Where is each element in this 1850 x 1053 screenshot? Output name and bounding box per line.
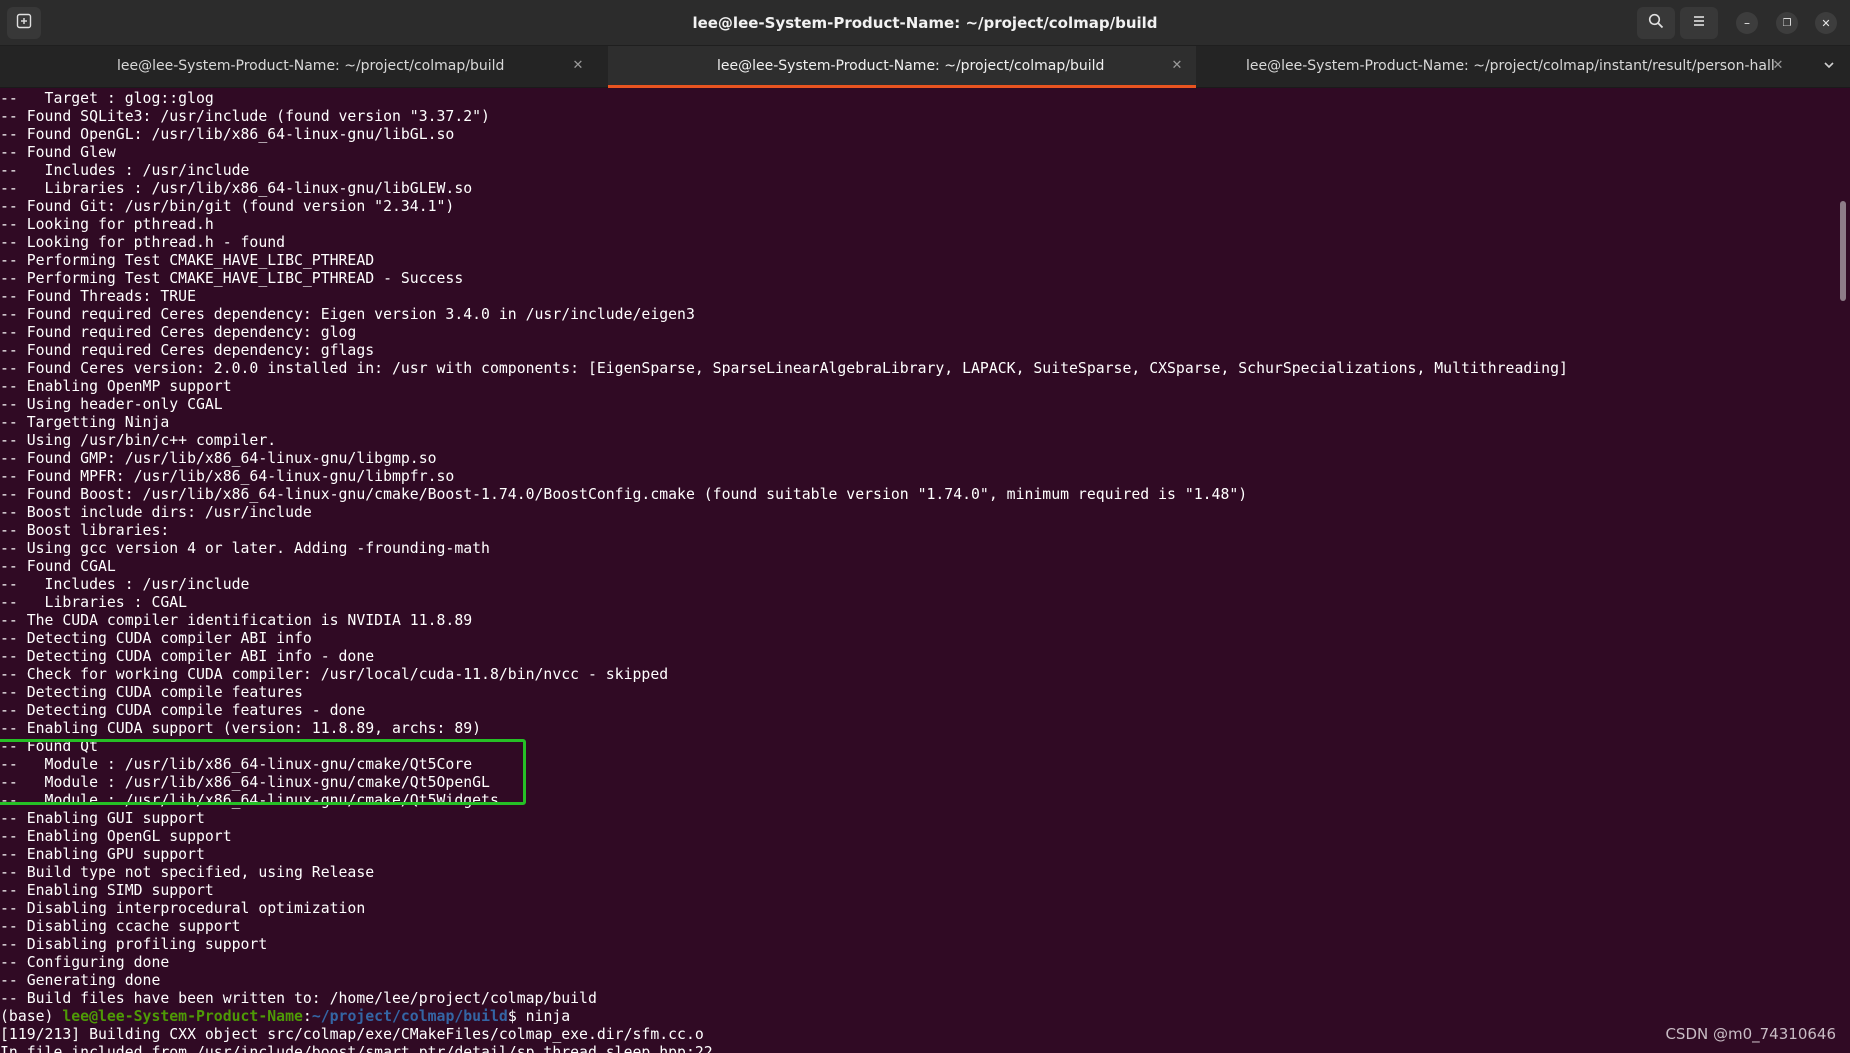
terminal-line: -- Configuring done bbox=[0, 954, 170, 971]
terminal-line: -- Check for working CUDA compiler: /usr… bbox=[0, 666, 669, 683]
terminal-line: In file included from /usr/include/boost… bbox=[0, 1044, 713, 1053]
terminal-line: -- Module : /usr/lib/x86_64-linux-gnu/cm… bbox=[0, 774, 490, 791]
chevron-down-icon bbox=[1822, 57, 1836, 76]
maximize-icon: ❐ bbox=[1782, 17, 1792, 29]
terminal-line: -- Found SQLite3: /usr/include (found ve… bbox=[0, 108, 490, 125]
close-button[interactable]: ✕ bbox=[1815, 12, 1837, 34]
prompt-separator: : bbox=[302, 1008, 312, 1025]
prompt-user-host: lee@lee-System-Product-Name bbox=[62, 1008, 303, 1025]
maximize-button[interactable]: ❐ bbox=[1776, 12, 1798, 34]
terminal-line: -- Includes : /usr/include bbox=[0, 162, 250, 179]
terminal-line: -- Disabling ccache support bbox=[0, 918, 241, 935]
terminal-line: -- Enabling GUI support bbox=[0, 810, 205, 827]
prompt-symbol: $ bbox=[507, 1008, 526, 1025]
tab-bar: lee@lee-System-Product-Name: ~/project/c… bbox=[0, 46, 1850, 88]
terminal-line: -- Includes : /usr/include bbox=[0, 576, 250, 593]
terminal-output[interactable]: -- Target : glog::glog -- Found SQLite3: … bbox=[0, 88, 1836, 1053]
terminal-line: -- Libraries : CGAL bbox=[0, 594, 188, 611]
terminal-line: -- Generating done bbox=[0, 972, 161, 989]
tabs-overflow-button[interactable] bbox=[1814, 46, 1844, 86]
new-tab-button[interactable] bbox=[7, 7, 41, 39]
terminal-line: -- Found CGAL bbox=[0, 558, 116, 575]
terminal-line: -- Using header-only CGAL bbox=[0, 396, 223, 413]
terminal-line: -- Disabling profiling support bbox=[0, 936, 268, 953]
terminal-line: -- Found required Ceres dependency: gfla… bbox=[0, 342, 375, 359]
title-bar: lee@lee-System-Product-Name: ~/project/c… bbox=[0, 0, 1850, 46]
tab-3[interactable]: lee@lee-System-Product-Name: ~/project/c… bbox=[1196, 46, 1796, 88]
terminal-line: -- Found Ceres version: 2.0.0 installed … bbox=[0, 360, 1568, 377]
menu-button[interactable] bbox=[1680, 7, 1718, 39]
terminal-line: -- Targetting Ninja bbox=[0, 414, 170, 431]
terminal-line: -- Found Boost: /usr/lib/x86_64-linux-gn… bbox=[0, 486, 1248, 503]
tab-close-icon[interactable]: ✕ bbox=[1770, 46, 1786, 86]
tab-close-icon[interactable]: ✕ bbox=[1169, 46, 1185, 86]
terminal-line: -- Build type not specified, using Relea… bbox=[0, 864, 375, 881]
terminal-line: -- Boost libraries: bbox=[0, 522, 170, 539]
terminal-line: -- Enabling SIMD support bbox=[0, 882, 214, 899]
search-button[interactable] bbox=[1637, 7, 1675, 39]
terminal-line: -- Module : /usr/lib/x86_64-linux-gnu/cm… bbox=[0, 792, 499, 809]
terminal-line: -- Detecting CUDA compiler ABI info bbox=[0, 630, 312, 647]
terminal-line: -- Boost include dirs: /usr/include bbox=[0, 504, 312, 521]
terminal-line: -- Found Git: /usr/bin/git (found versio… bbox=[0, 198, 455, 215]
minimize-button[interactable]: – bbox=[1736, 12, 1758, 34]
terminal-line: -- Using gcc version 4 or later. Adding … bbox=[0, 540, 490, 557]
terminal-line: -- Enabling GPU support bbox=[0, 846, 205, 863]
terminal-line: -- Build files have been written to: /ho… bbox=[0, 990, 597, 1007]
tab-label: lee@lee-System-Product-Name: ~/project/c… bbox=[117, 58, 505, 74]
tab-2[interactable]: lee@lee-System-Product-Name: ~/project/c… bbox=[608, 46, 1196, 88]
prompt-env: (base) bbox=[0, 1008, 63, 1025]
window-title: lee@lee-System-Product-Name: ~/project/c… bbox=[692, 14, 1158, 32]
close-icon: ✕ bbox=[1821, 16, 1831, 30]
terminal-line: -- Detecting CUDA compiler ABI info - do… bbox=[0, 648, 375, 665]
terminal-line: -- Found Glew bbox=[0, 144, 116, 161]
terminal-line: -- Looking for pthread.h - found bbox=[0, 234, 286, 251]
prompt-command: ninja bbox=[525, 1008, 571, 1025]
terminal-line: -- Libraries : /usr/lib/x86_64-linux-gnu… bbox=[0, 180, 473, 197]
terminal-line: -- The CUDA compiler identification is N… bbox=[0, 612, 473, 629]
tab-label: lee@lee-System-Product-Name: ~/project/c… bbox=[717, 58, 1105, 74]
prompt-line: (base) lee@lee-System-Product-Name:~/pro… bbox=[0, 1008, 1568, 1026]
terminal-line: -- Performing Test CMAKE_HAVE_LIBC_PTHRE… bbox=[0, 270, 464, 287]
terminal-line: -- Disabling interprocedural optimizatio… bbox=[0, 900, 366, 917]
tab-label: lee@lee-System-Product-Name: ~/project/c… bbox=[1246, 58, 1775, 74]
minimize-icon: – bbox=[1744, 16, 1750, 30]
prompt-path: ~/project/colmap/build bbox=[311, 1008, 508, 1025]
terminal-line: -- Enabling OpenMP support bbox=[0, 378, 232, 395]
terminal-lines: -- Target : glog::glog -- Found SQLite3: … bbox=[0, 90, 1568, 1053]
scrollbar-thumb[interactable] bbox=[1840, 201, 1846, 301]
terminal-line: -- Found Threads: TRUE bbox=[0, 288, 196, 305]
terminal-line: -- Found required Ceres dependency: glog bbox=[0, 324, 357, 341]
terminal-line: -- Enabling OpenGL support bbox=[0, 828, 232, 845]
tab-close-icon[interactable]: ✕ bbox=[570, 46, 586, 86]
terminal-line: -- Found required Ceres dependency: Eige… bbox=[0, 306, 695, 323]
terminal-line: -- Detecting CUDA compile features bbox=[0, 684, 303, 701]
terminal-line: -- Using /usr/bin/c++ compiler. bbox=[0, 432, 277, 449]
terminal-line: -- Looking for pthread.h bbox=[0, 216, 214, 233]
terminal-line: -- Enabling CUDA support (version: 11.8.… bbox=[0, 720, 482, 737]
terminal-line: -- Performing Test CMAKE_HAVE_LIBC_PTHRE… bbox=[0, 252, 375, 269]
watermark: CSDN @m0_74310646 bbox=[1665, 1025, 1836, 1043]
terminal-scrollbar[interactable] bbox=[1836, 88, 1850, 1053]
tab-1[interactable]: lee@lee-System-Product-Name: ~/project/c… bbox=[0, 46, 608, 88]
new-tab-icon bbox=[16, 13, 32, 33]
terminal-line: -- Module : /usr/lib/x86_64-linux-gnu/cm… bbox=[0, 756, 473, 773]
terminal-line: -- Target : glog::glog bbox=[0, 90, 214, 107]
terminal-line: -- Detecting CUDA compile features - don… bbox=[0, 702, 366, 719]
terminal-line: -- Found MPFR: /usr/lib/x86_64-linux-gnu… bbox=[0, 468, 455, 485]
terminal-line: -- Found GMP: /usr/lib/x86_64-linux-gnu/… bbox=[0, 450, 437, 467]
search-icon bbox=[1648, 13, 1664, 33]
terminal-line: [119/213] Building CXX object src/colmap… bbox=[0, 1026, 704, 1043]
terminal-line: -- Found Qt bbox=[0, 738, 98, 755]
hamburger-menu-icon bbox=[1691, 13, 1707, 33]
terminal-line: -- Found OpenGL: /usr/lib/x86_64-linux-g… bbox=[0, 126, 455, 143]
